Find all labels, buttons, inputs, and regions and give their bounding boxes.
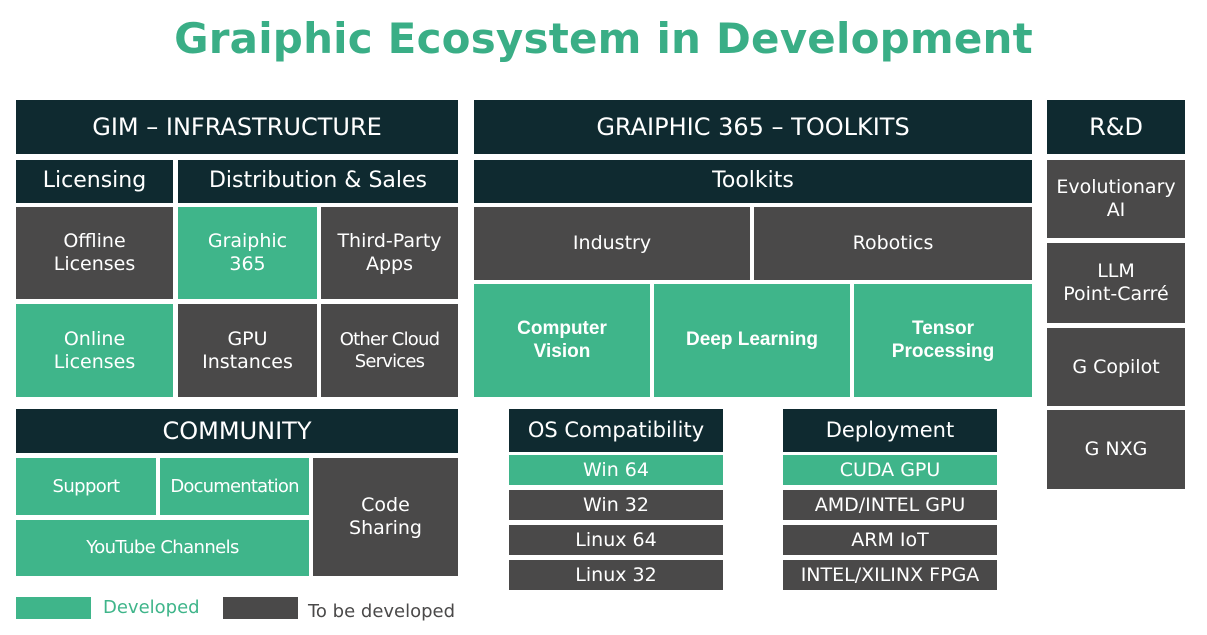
rnd-item-g-nxg: G NXG (1047, 410, 1185, 489)
rnd-item-llm-point-carre: LLM Point-Carré (1047, 243, 1185, 323)
deployment-item-amd-intel-gpu: AMD/INTEL GPU (783, 490, 997, 520)
deployment-item-cuda-gpu: CUDA GPU (783, 455, 997, 485)
community-header: COMMUNITY (16, 409, 458, 453)
deployment-header: Deployment (783, 409, 997, 452)
os-item-linux32: Linux 32 (509, 560, 723, 590)
rnd-header: R&D (1047, 100, 1185, 154)
os-item-win64: Win 64 (509, 455, 723, 485)
graiphic-365-block: Graiphic 365 (178, 207, 317, 299)
robotics-block: Robotics (754, 207, 1032, 280)
code-sharing-block: Code Sharing (313, 458, 458, 576)
distribution-sales-header: Distribution & Sales (178, 160, 458, 203)
tensor-processing-block: Tensor Processing (854, 284, 1032, 397)
licensing-header: Licensing (16, 160, 173, 203)
industry-block: Industry (474, 207, 750, 280)
deployment-item-fpga: INTEL/XILINX FPGA (783, 560, 997, 590)
rnd-item-evolutionary-ai: Evolutionary AI (1047, 160, 1185, 238)
third-party-apps-block: Third-Party Apps (321, 207, 458, 299)
offline-licenses-block: Offline Licenses (16, 207, 173, 299)
legend-developed-swatch (16, 597, 91, 619)
documentation-block: Documentation (160, 458, 309, 515)
rnd-item-g-copilot: G Copilot (1047, 328, 1185, 406)
deployment-item-arm-iot: ARM IoT (783, 525, 997, 555)
legend-to-be-developed-swatch (223, 597, 298, 619)
support-block: Support (16, 458, 156, 515)
page-title: Graiphic Ecosystem in Development (174, 14, 1033, 63)
other-cloud-services-block: Other Cloud Services (321, 304, 458, 397)
toolkits-subheader: Toolkits (474, 160, 1032, 203)
online-licenses-block: Online Licenses (16, 304, 173, 397)
os-compatibility-header: OS Compatibility (509, 409, 723, 452)
deep-learning-block: Deep Learning (654, 284, 850, 397)
gim-infrastructure-header: GIM – INFRASTRUCTURE (16, 100, 458, 154)
gpu-instances-block: GPU Instances (178, 304, 317, 397)
computer-vision-block: Computer Vision (474, 284, 650, 397)
os-item-win32: Win 32 (509, 490, 723, 520)
os-item-linux64: Linux 64 (509, 525, 723, 555)
youtube-channels-block: YouTube Channels (16, 520, 309, 576)
legend-developed-label: Developed (103, 597, 200, 618)
toolkits-header: GRAIPHIC 365 – TOOLKITS (474, 100, 1032, 154)
legend-to-be-developed-label: To be developed (308, 601, 456, 622)
